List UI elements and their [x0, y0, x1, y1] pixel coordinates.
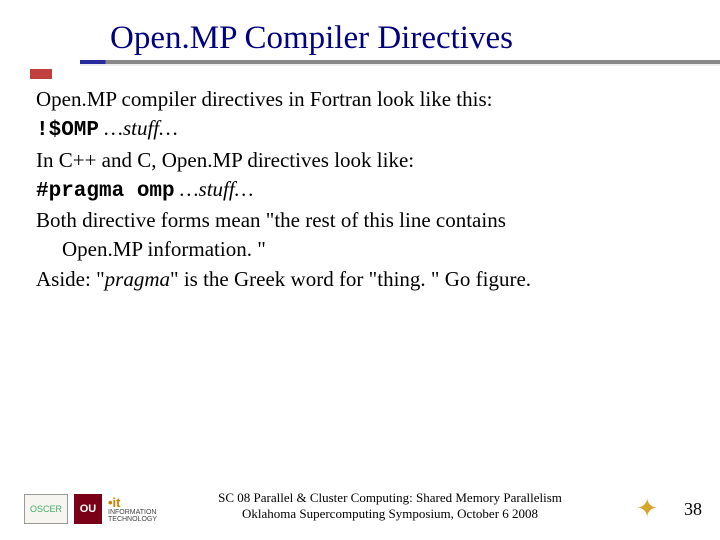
- fortran-code: !$OMP: [36, 119, 99, 142]
- ou-logo-icon: OU: [74, 494, 102, 524]
- aside-prefix: Aside: ": [36, 267, 105, 291]
- body-line-aside: Aside: "pragma" is the Greek word for "t…: [36, 266, 680, 293]
- oscer-logo-icon: OSCER: [24, 494, 68, 524]
- slide-footer: OSCER OU •itINFORMATION TECHNOLOGY SC 08…: [0, 474, 720, 530]
- footer-line-1: SC 08 Parallel & Cluster Computing: Shar…: [210, 490, 570, 506]
- page-number: 38: [684, 499, 702, 520]
- it-logo-icon: •itINFORMATION TECHNOLOGY: [108, 494, 162, 524]
- footer-text: SC 08 Parallel & Cluster Computing: Shar…: [210, 490, 570, 523]
- body-line-c-directive: #pragma omp …stuff…: [36, 176, 680, 205]
- footer-line-2: Oklahoma Supercomputing Symposium, Octob…: [210, 506, 570, 522]
- star-icon: ✦: [636, 494, 658, 524]
- fortran-stuff: …stuff…: [104, 116, 178, 140]
- aside-suffix: " is the Greek word for "thing. " Go fig…: [170, 267, 531, 291]
- body-line-fortran-intro: Open.MP compiler directives in Fortran l…: [36, 86, 680, 113]
- title-underline: [80, 60, 720, 64]
- body-line-fortran-directive: !$OMP …stuff…: [36, 115, 680, 144]
- accent-bar-icon: [30, 69, 52, 79]
- body-line-meaning-a: Both directive forms mean "the rest of t…: [36, 207, 680, 234]
- footer-logos: OSCER OU •itINFORMATION TECHNOLOGY: [24, 494, 162, 524]
- body-line-c-intro: In C++ and C, Open.MP directives look li…: [36, 147, 680, 174]
- c-stuff: …stuff…: [180, 177, 254, 201]
- title-block: Open.MP Compiler Directives: [110, 20, 680, 64]
- slide-body: Open.MP compiler directives in Fortran l…: [36, 86, 680, 293]
- it-dot-icon: •it: [108, 495, 121, 510]
- slide: Open.MP Compiler Directives Open.MP comp…: [0, 0, 720, 540]
- c-code: #pragma omp: [36, 180, 175, 203]
- aside-word: pragma: [105, 267, 170, 291]
- slide-title: Open.MP Compiler Directives: [110, 20, 680, 58]
- body-line-meaning-b: Open.MP information. ": [36, 236, 680, 263]
- it-logo-text: INFORMATION TECHNOLOGY: [108, 509, 157, 523]
